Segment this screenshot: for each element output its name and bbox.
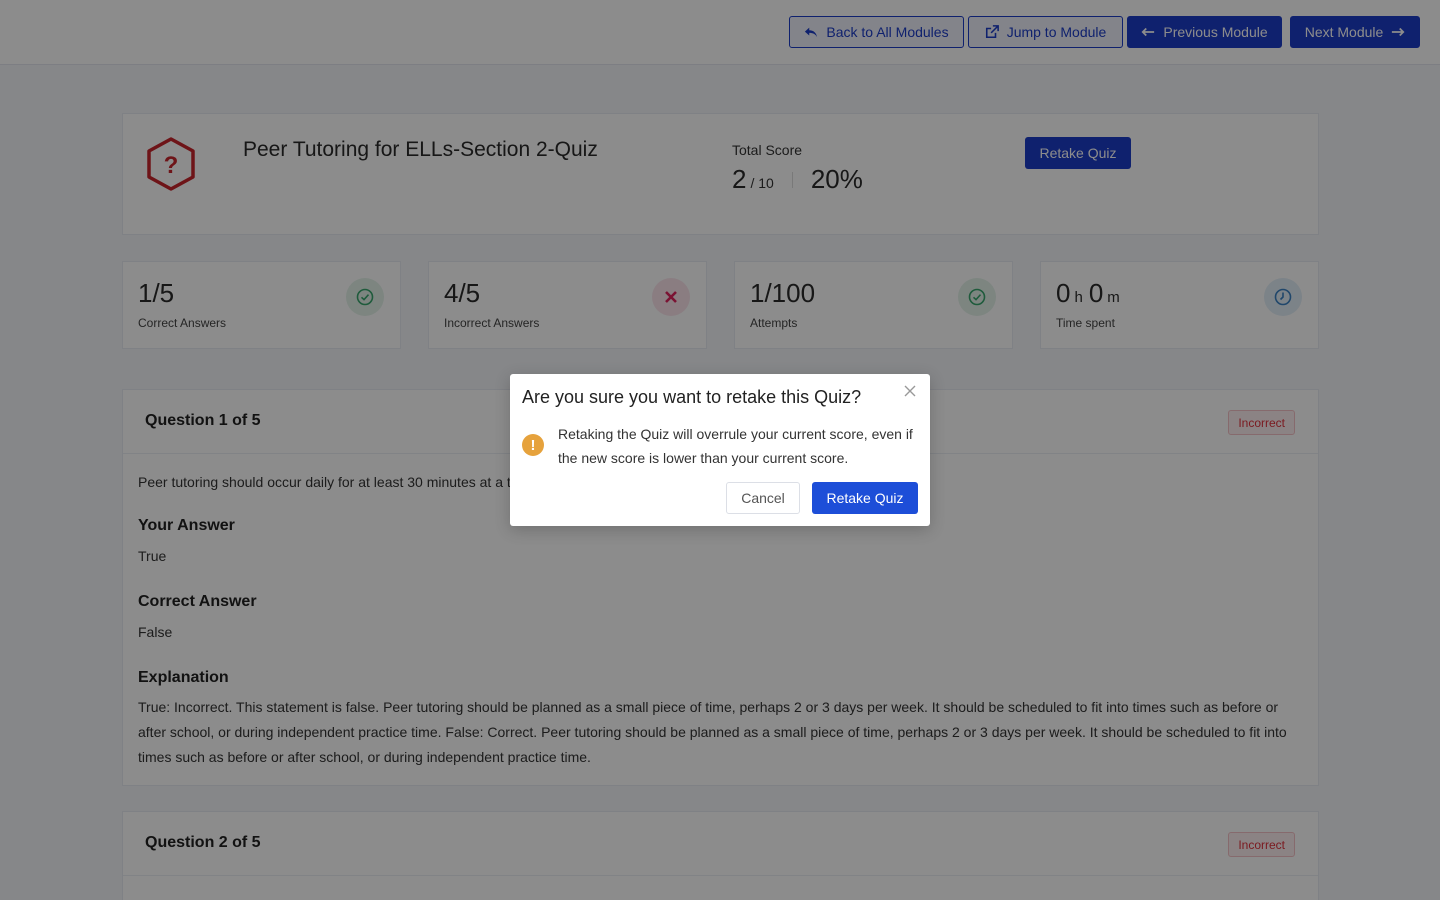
retake-confirm-dialog: Are you sure you want to retake this Qui…	[510, 374, 930, 526]
dialog-title: Are you sure you want to retake this Qui…	[522, 387, 862, 407]
confirm-retake-button[interactable]: Retake Quiz	[812, 482, 918, 514]
cancel-button[interactable]: Cancel	[726, 482, 800, 514]
close-icon[interactable]	[902, 383, 918, 399]
warning-icon: !	[522, 434, 544, 456]
dialog-message: Retaking the Quiz will overrule your cur…	[558, 426, 913, 466]
